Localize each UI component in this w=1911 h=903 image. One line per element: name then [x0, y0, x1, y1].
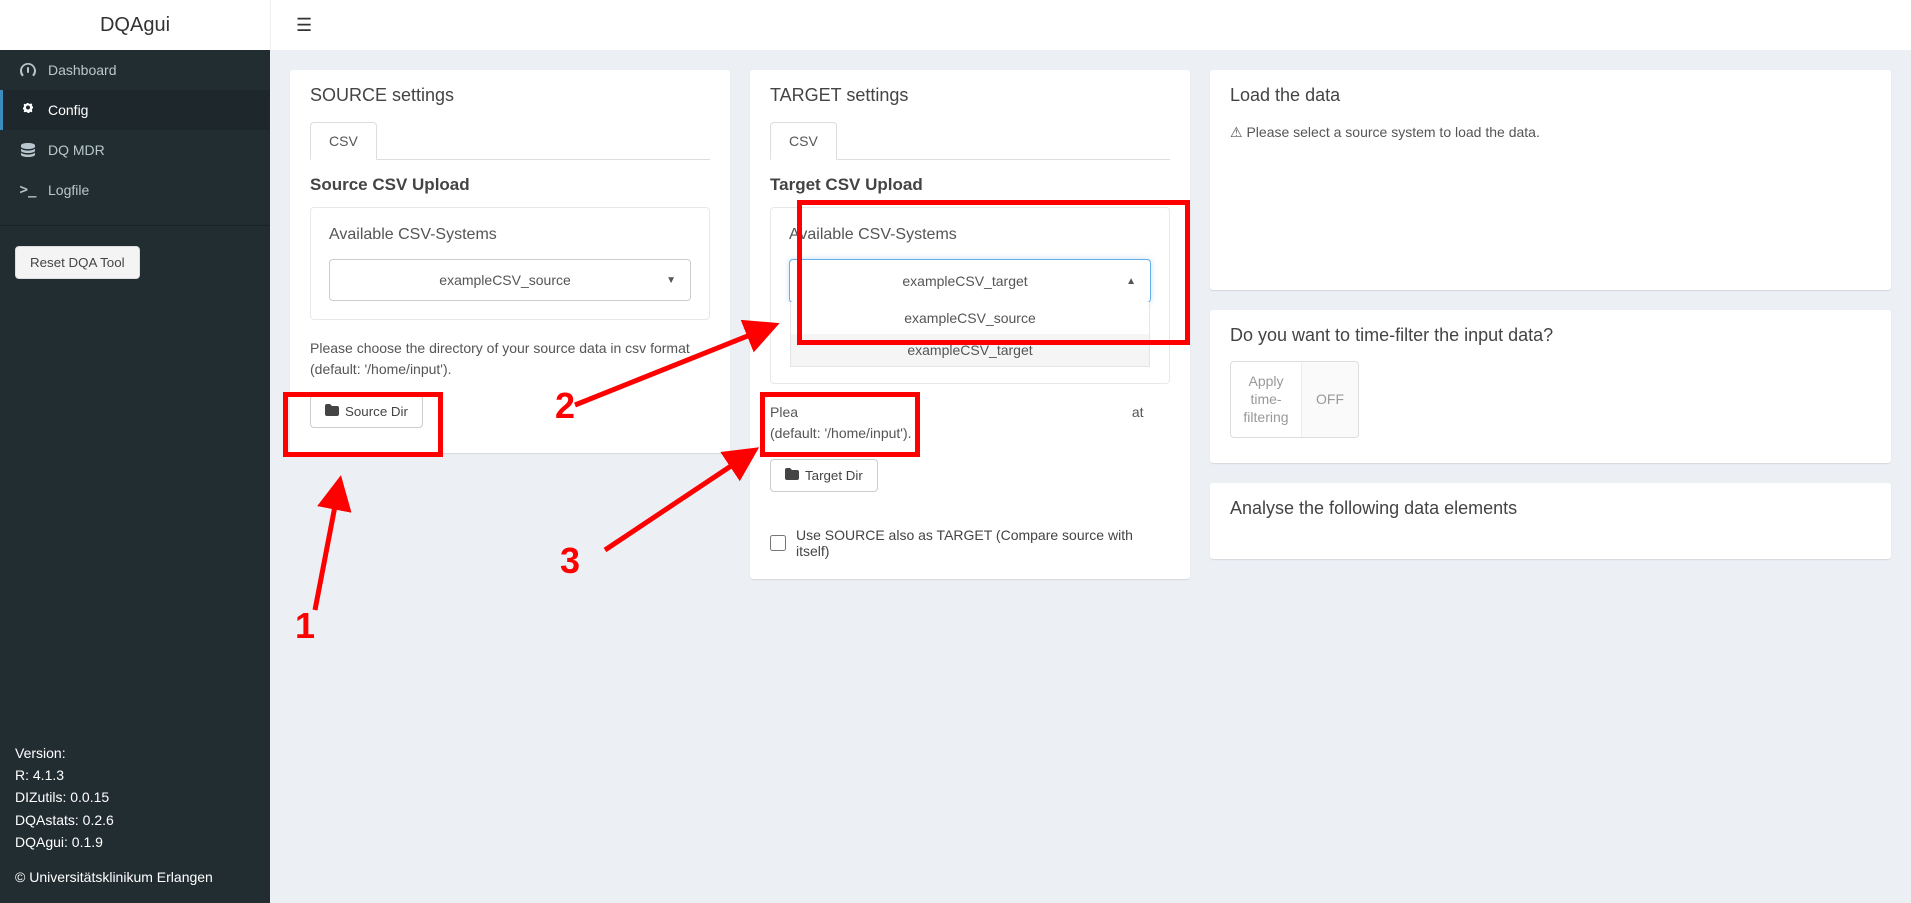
- sidebar-item-label: Logfile: [48, 182, 89, 198]
- target-dir-button[interactable]: Target Dir: [770, 459, 878, 492]
- target-title: TARGET settings: [770, 85, 1170, 106]
- right-column: Load the data ⚠ Please select a source s…: [1210, 70, 1891, 559]
- source-selected: exampleCSV_source: [344, 272, 666, 288]
- caret-up-icon: ▲: [1126, 276, 1136, 287]
- app-title: DQAgui: [100, 14, 170, 37]
- sidebar-item-label: Dashboard: [48, 62, 117, 78]
- dashboard-icon: [18, 63, 38, 77]
- target-dropdown-list: exampleCSV_source exampleCSV_target: [790, 302, 1150, 367]
- time-filter-toggle[interactable]: Apply time-filtering OFF: [1230, 361, 1359, 438]
- dropdown-option-target[interactable]: exampleCSV_target: [791, 334, 1149, 366]
- sidebar-item-label: Config: [48, 102, 88, 118]
- sidebar-item-dashboard[interactable]: Dashboard: [0, 50, 270, 90]
- version-dizutils: DIZutils: 0.0.15: [15, 786, 255, 808]
- database-icon: [18, 143, 38, 157]
- sidebar-item-label: DQ MDR: [48, 142, 105, 158]
- source-avail-title: Available CSV-Systems: [329, 226, 691, 244]
- version-r: R: 4.1.3: [15, 764, 255, 786]
- sidebar: Dashboard Config DQ MDR >_ Logfile: [0, 0, 270, 903]
- analyse-title: Analyse the following data elements: [1230, 498, 1871, 519]
- target-settings-box: TARGET settings CSV Target CSV Upload Av…: [750, 70, 1190, 579]
- source-title: SOURCE settings: [310, 85, 710, 106]
- dropdown-option-source[interactable]: exampleCSV_source: [791, 302, 1149, 334]
- source-avail-box: Available CSV-Systems exampleCSV_source …: [310, 207, 710, 320]
- content: SOURCE settings CSV Source CSV Upload Av…: [270, 0, 1911, 903]
- analyse-box: Analyse the following data elements: [1210, 483, 1891, 559]
- source-dir-label: Source Dir: [345, 404, 408, 419]
- time-filter-label: Apply time-filtering: [1231, 362, 1301, 437]
- version-dqastats: DQAstats: 0.2.6: [15, 809, 255, 831]
- load-data-title: Load the data: [1230, 85, 1871, 106]
- time-filter-box: Do you want to time-filter the input dat…: [1210, 310, 1891, 463]
- navbar: ☰: [270, 0, 1911, 50]
- target-tabs: CSV: [770, 121, 1170, 160]
- target-upload-title: Target CSV Upload: [770, 175, 1170, 195]
- sidebar-item-config[interactable]: Config: [0, 90, 270, 130]
- target-dropdown-input[interactable]: [804, 273, 1126, 289]
- caret-down-icon: ▼: [666, 275, 676, 286]
- use-source-as-target-label: Use SOURCE also as TARGET (Compare sourc…: [796, 527, 1170, 559]
- target-helptext: Please choose the directory of your targ…: [770, 402, 1170, 444]
- version-dqagui: DQAgui: 0.1.9: [15, 831, 255, 853]
- use-source-as-target-row[interactable]: Use SOURCE also as TARGET (Compare sourc…: [770, 527, 1170, 559]
- sidebar-divider: [0, 225, 270, 226]
- hamburger-icon[interactable]: ☰: [286, 5, 322, 46]
- app-logo: DQAgui: [0, 0, 270, 50]
- sidebar-footer: Version: R: 4.1.3 DIZutils: 0.0.15 DQAst…: [15, 742, 255, 888]
- load-data-msg: ⚠ Please select a source system to load …: [1230, 121, 1871, 143]
- time-filter-title: Do you want to time-filter the input dat…: [1230, 325, 1871, 346]
- source-tabs: CSV: [310, 121, 710, 160]
- use-source-as-target-checkbox[interactable]: [770, 535, 786, 551]
- tab-csv-target[interactable]: CSV: [770, 122, 837, 160]
- folder-icon: [325, 404, 339, 419]
- source-upload-title: Source CSV Upload: [310, 175, 710, 195]
- copyright: © Universitätsklinikum Erlangen: [15, 866, 255, 888]
- source-helptext: Please choose the directory of your sour…: [310, 338, 710, 380]
- target-system-dropdown[interactable]: ▲ exampleCSV_source exampleCSV_target: [789, 259, 1151, 303]
- sidebar-item-logfile[interactable]: >_ Logfile: [0, 170, 270, 210]
- warning-icon: ⚠: [1230, 124, 1243, 140]
- time-filter-state: OFF: [1301, 362, 1358, 437]
- terminal-icon: >_: [18, 182, 38, 198]
- annotation-number-1: 1: [295, 605, 315, 647]
- source-system-dropdown[interactable]: exampleCSV_source ▼: [329, 259, 691, 301]
- folder-icon: [785, 468, 799, 483]
- source-settings-box: SOURCE settings CSV Source CSV Upload Av…: [290, 70, 730, 453]
- header: DQAgui ☰: [0, 0, 1911, 50]
- reset-dqa-button[interactable]: Reset DQA Tool: [15, 246, 140, 279]
- target-avail-title: Available CSV-Systems: [789, 226, 1151, 244]
- gears-icon: [18, 103, 38, 117]
- tab-csv-source[interactable]: CSV: [310, 122, 377, 160]
- annotation-number-3: 3: [560, 540, 580, 582]
- sidebar-item-dqmdr[interactable]: DQ MDR: [0, 130, 270, 170]
- target-avail-box: Available CSV-Systems ▲ exampleCSV_sourc…: [770, 207, 1170, 384]
- version-heading: Version:: [15, 742, 255, 764]
- target-dir-label: Target Dir: [805, 468, 863, 483]
- load-data-box: Load the data ⚠ Please select a source s…: [1210, 70, 1891, 290]
- source-dir-button[interactable]: Source Dir: [310, 395, 423, 428]
